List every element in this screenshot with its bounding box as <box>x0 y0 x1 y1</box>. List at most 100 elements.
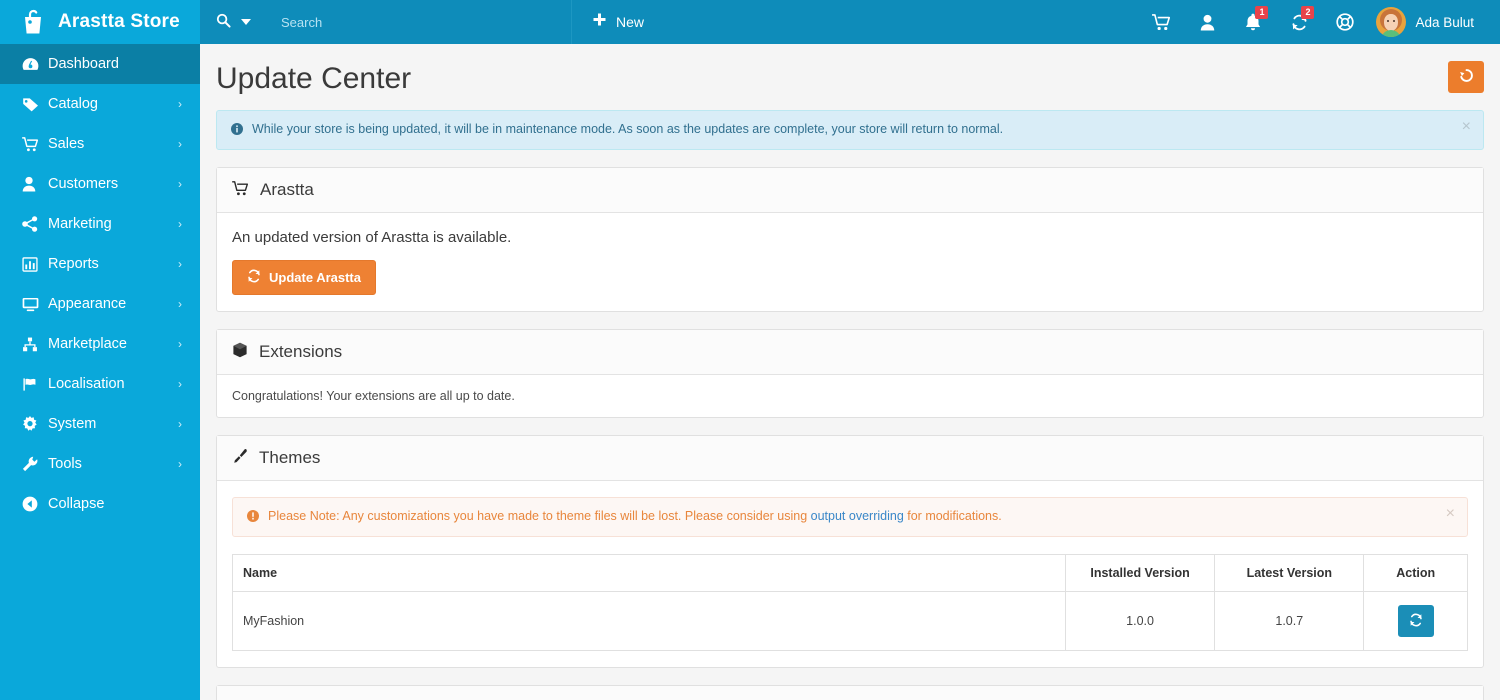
chevron-down-icon[interactable] <box>241 19 251 25</box>
sidebar-item-label: Dashboard <box>48 56 119 72</box>
table-header-row: Name Installed Version Latest Version Ac… <box>232 554 1468 592</box>
sidebar-item-reports[interactable]: Reports › <box>0 244 200 284</box>
table-row: MyFashion 1.0.0 1.0.7 <box>232 591 1468 651</box>
themes-warning-text: Please Note: Any customizations you have… <box>268 509 1002 523</box>
sidebar-item-label: Tools <box>48 456 82 472</box>
column-header-name: Name <box>232 554 1066 592</box>
new-button[interactable]: New <box>572 0 664 44</box>
bell-icon[interactable]: 1 <box>1230 0 1276 44</box>
restore-history-icon <box>1459 68 1474 87</box>
search-input[interactable] <box>281 14 541 30</box>
lifering-icon[interactable] <box>1322 0 1368 44</box>
arastta-panel-title: Arastta <box>260 180 314 199</box>
themes-panel-body: Please Note: Any customizations you have… <box>217 481 1483 667</box>
column-header-latest-version: Latest Version <box>1214 554 1365 592</box>
collapse-left-icon <box>22 496 48 512</box>
sidebar-item-label: Marketplace <box>48 336 127 352</box>
bell-badge: 1 <box>1255 6 1269 19</box>
sidebar-item-marketplace[interactable]: Marketplace › <box>0 324 200 364</box>
arastta-update-text: An updated version of Arastta is availab… <box>232 229 512 246</box>
maintenance-info-alert: While your store is being updated, it wi… <box>216 110 1484 150</box>
sidebar-item-catalog[interactable]: Catalog › <box>0 84 200 124</box>
sidebar-item-label: Appearance <box>48 296 127 312</box>
close-icon[interactable]: × <box>1462 119 1471 135</box>
themes-panel: Themes Please Note: Any customizations y… <box>216 435 1484 668</box>
sidebar-item-customers[interactable]: Customers › <box>0 164 200 204</box>
user-icon[interactable] <box>1184 0 1230 44</box>
theme-action-cell <box>1363 591 1468 651</box>
sidebar-item-tools[interactable]: Tools › <box>0 444 200 484</box>
arastta-panel-header: Arastta <box>217 168 1483 213</box>
themes-warning-text-after: for modifications. <box>903 509 1002 523</box>
sidebar-item-collapse[interactable]: Collapse <box>0 484 200 524</box>
brand-logo-area[interactable]: Arastta Store <box>0 0 200 44</box>
sidebar-item-label: Reports <box>48 256 99 272</box>
sidebar: Dashboard Catalog › Sales › Customers › Marketi… <box>0 44 200 700</box>
search-area[interactable] <box>200 0 572 44</box>
top-header: Arastta Store New 1 2 <box>0 0 1500 44</box>
close-icon[interactable]: × <box>1446 506 1455 522</box>
plus-icon <box>592 12 607 32</box>
cart-icon[interactable] <box>1138 0 1184 44</box>
refresh-icon <box>1409 613 1423 630</box>
chevron-right-icon: › <box>178 257 182 271</box>
extensions-panel-header: Extensions <box>217 330 1483 375</box>
maintenance-info-text: While your store is being updated, it wi… <box>252 122 1004 136</box>
sync-icon[interactable]: 2 <box>1276 0 1322 44</box>
chevron-right-icon: › <box>178 457 182 471</box>
themes-warning-text-before: Please Note: Any customizations you have… <box>268 509 811 523</box>
user-name: Ada Bulut <box>1415 14 1474 30</box>
chevron-right-icon: › <box>178 417 182 431</box>
sidebar-item-label: System <box>48 416 97 432</box>
arastta-panel-body: An updated version of Arastta is availab… <box>217 213 1483 311</box>
paint-brush-icon <box>232 448 248 468</box>
bar-chart-icon <box>22 256 48 272</box>
gear-icon <box>22 416 48 432</box>
sidebar-item-label: Catalog <box>48 96 98 112</box>
sidebar-item-system[interactable]: System › <box>0 404 200 444</box>
sidebar-item-marketing[interactable]: Marketing › <box>0 204 200 244</box>
update-theme-button[interactable] <box>1397 605 1434 637</box>
sidebar-item-label: Marketing <box>48 216 112 232</box>
chevron-right-icon: › <box>178 377 182 391</box>
sidebar-item-label: Collapse <box>48 496 105 512</box>
chevron-right-icon: › <box>178 137 182 151</box>
cart-icon <box>22 136 48 152</box>
cart-icon <box>232 180 249 200</box>
refresh-icon <box>247 269 261 286</box>
sidebar-item-dashboard[interactable]: Dashboard <box>0 44 200 84</box>
page-title-row: Update Center <box>216 44 1484 110</box>
column-header-action: Action <box>1363 554 1468 592</box>
theme-name: MyFashion <box>232 591 1066 651</box>
header-spacer <box>664 0 1138 44</box>
extensions-panel-title: Extensions <box>259 342 343 361</box>
flag-icon <box>22 377 48 392</box>
chevron-right-icon: › <box>178 297 182 311</box>
sidebar-item-appearance[interactable]: Appearance › <box>0 284 200 324</box>
sidebar-item-label: Sales <box>48 136 85 152</box>
sync-badge: 2 <box>1301 6 1315 19</box>
search-icon[interactable] <box>216 13 231 32</box>
sidebar-item-sales[interactable]: Sales › <box>0 124 200 164</box>
output-overriding-link[interactable]: output overriding <box>811 509 904 523</box>
restore-history-button[interactable] <box>1448 61 1484 93</box>
translations-panel: Translations <box>216 685 1484 700</box>
themes-warning-alert: Please Note: Any customizations you have… <box>232 497 1468 537</box>
user-menu[interactable]: Ada Bulut <box>1368 7 1484 37</box>
sidebar-item-localisation[interactable]: Localisation › <box>0 364 200 404</box>
chevron-right-icon: › <box>178 217 182 231</box>
themes-panel-header: Themes <box>217 436 1483 481</box>
tag-icon <box>22 97 48 112</box>
update-arastta-button[interactable]: Update Arastta <box>232 260 376 295</box>
info-circle-icon <box>231 123 243 138</box>
share-icon <box>22 216 48 232</box>
extensions-panel: Extensions Congratulations! Your extensi… <box>216 329 1484 418</box>
chevron-right-icon: › <box>178 97 182 111</box>
extensions-status-text: Congratulations! Your extensions are all… <box>232 389 515 403</box>
chevron-right-icon: › <box>178 177 182 191</box>
arastta-panel: Arastta An updated version of Arastta is… <box>216 167 1484 312</box>
avatar <box>1376 7 1407 37</box>
header-icon-group: 1 2 Ada Bulut <box>1138 0 1500 44</box>
wrench-icon <box>22 456 48 472</box>
brand-name: Arastta Store <box>58 11 180 32</box>
